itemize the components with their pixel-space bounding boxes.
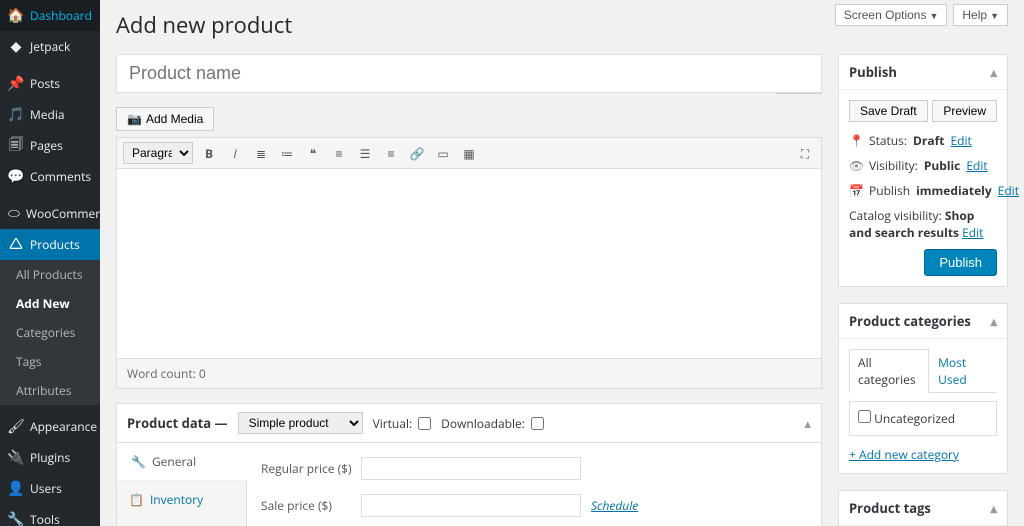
preview-button[interactable]: Preview	[932, 100, 997, 122]
menu-comments[interactable]: 💬Comments	[0, 161, 100, 192]
tab-general[interactable]: 🔧General	[117, 443, 247, 481]
publish-box: Publish▴ Save Draft Preview 📍Status: Dra…	[838, 54, 1008, 287]
calendar-icon: 📅	[849, 182, 863, 199]
add-category-link[interactable]: + Add new category	[849, 446, 997, 463]
edit-visibility-link[interactable]: Edit	[966, 157, 987, 174]
virtual-checkbox[interactable]	[418, 417, 431, 430]
quote-button[interactable]: ❝	[303, 143, 323, 163]
menu-dashboard[interactable]: 🏠Dashboard	[0, 0, 100, 31]
tags-box: Product tags▴ Add Separate tags with com…	[838, 490, 1008, 526]
wrench-icon: 🔧	[8, 512, 24, 526]
menu-pages[interactable]: 🗐Pages	[0, 130, 100, 161]
align-center-button[interactable]: ☰	[355, 143, 375, 163]
fullscreen-button[interactable]: ⛶	[795, 143, 815, 163]
woo-icon: ⬭	[8, 206, 20, 222]
media-icon: 🎵	[8, 107, 24, 123]
tab-shipping[interactable]: 🚚Shipping	[117, 519, 246, 526]
cat-tab-most-used[interactable]: Most Used	[929, 349, 997, 393]
eye-icon: 👁	[849, 157, 863, 174]
regular-price-input[interactable]	[361, 457, 581, 480]
panel-toggle[interactable]: ▴	[804, 414, 811, 432]
product-name-input[interactable]	[116, 54, 822, 93]
box-toggle[interactable]: ▴	[990, 312, 997, 330]
number-list-button[interactable]: ≔	[277, 143, 297, 163]
align-right-button[interactable]: ≡	[381, 143, 401, 163]
product-data-header: Product data — Simple product Virtual: D…	[116, 403, 822, 443]
chevron-down-icon: ▼	[929, 11, 938, 21]
edit-status-link[interactable]: Edit	[950, 132, 971, 149]
menu-users[interactable]: 👤Users	[0, 473, 100, 504]
products-submenu: All Products Add New Categories Tags Att…	[0, 260, 100, 405]
main-content: Screen Options▼ Help▼ Add new product 📷A…	[100, 0, 1024, 526]
tags-title: Product tags	[849, 499, 931, 517]
pin-icon: 📌	[8, 76, 24, 92]
general-panel: Regular price ($) Sale price ($) Schedule	[247, 443, 821, 526]
regular-price-label: Regular price ($)	[261, 460, 361, 477]
chevron-down-icon: ▼	[990, 11, 999, 21]
submenu-all-products[interactable]: All Products	[0, 260, 100, 289]
plug-icon: 🔌	[8, 450, 24, 466]
cat-tab-all[interactable]: All categories	[849, 349, 929, 393]
box-toggle[interactable]: ▴	[990, 499, 997, 517]
menu-posts[interactable]: 📌Posts	[0, 68, 100, 99]
editor-toolbar: Paragraph B I ≣ ≔ ❝ ≡ ☰ ≡ 🔗 ▭ ▦ ⛶	[116, 137, 822, 169]
menu-plugins[interactable]: 🔌Plugins	[0, 442, 100, 473]
edit-date-link[interactable]: Edit	[998, 182, 1019, 199]
comment-icon: 💬	[8, 169, 24, 185]
brush-icon: 🖌	[8, 419, 24, 435]
clipboard-icon: 📋	[129, 491, 144, 508]
box-toggle[interactable]: ▴	[990, 63, 997, 81]
categories-title: Product categories	[849, 312, 971, 330]
bullet-list-button[interactable]: ≣	[251, 143, 271, 163]
submenu-attributes[interactable]: Attributes	[0, 376, 100, 405]
content-editor[interactable]	[116, 169, 822, 359]
menu-appearance[interactable]: 🖌Appearance	[0, 411, 100, 442]
downloadable-checkbox[interactable]	[531, 417, 544, 430]
bold-button[interactable]: B	[199, 143, 219, 163]
menu-media[interactable]: 🎵Media	[0, 99, 100, 130]
link-button[interactable]: 🔗	[407, 143, 427, 163]
screen-options-button[interactable]: Screen Options▼	[835, 4, 948, 26]
menu-jetpack[interactable]: ◆Jetpack	[0, 31, 100, 62]
publish-button[interactable]: Publish	[924, 249, 997, 276]
uncategorized-checkbox[interactable]	[858, 410, 871, 423]
pin-icon: 📍	[849, 132, 863, 149]
save-draft-button[interactable]: Save Draft	[849, 100, 928, 122]
page-icon: 🗐	[8, 138, 24, 154]
schedule-link[interactable]: Schedule	[591, 497, 638, 514]
gauge-icon: 🏠	[8, 8, 24, 24]
admin-sidebar: 🏠Dashboard ◆Jetpack 📌Posts 🎵Media 🗐Pages…	[0, 0, 100, 526]
sale-price-label: Sale price ($)	[261, 497, 361, 514]
camera-icon: 📷	[127, 112, 142, 126]
toolbar-toggle-button[interactable]: ▦	[459, 143, 479, 163]
submenu-categories[interactable]: Categories	[0, 318, 100, 347]
product-icon: 🛆	[8, 237, 24, 253]
uncategorized-option[interactable]: Uncategorized	[858, 410, 955, 427]
user-icon: 👤	[8, 481, 24, 497]
word-count: Word count: 0	[116, 359, 822, 389]
jetpack-icon: ◆	[8, 39, 24, 55]
submenu-tags[interactable]: Tags	[0, 347, 100, 376]
categories-box: Product categories ▴ All categories Most …	[838, 303, 1008, 474]
edit-catalog-link[interactable]: Edit	[962, 224, 983, 241]
submenu-add-new[interactable]: Add New	[0, 289, 100, 318]
format-select[interactable]: Paragraph	[123, 142, 193, 164]
help-button[interactable]: Help▼	[953, 4, 1008, 26]
sale-price-input[interactable]	[361, 494, 581, 517]
product-data-tabs: 🔧General 📋Inventory 🚚Shipping 🔗Linked Pr…	[117, 443, 247, 526]
tab-inventory[interactable]: 📋Inventory	[117, 481, 246, 519]
add-media-button[interactable]: 📷Add Media	[116, 107, 214, 131]
menu-products[interactable]: 🛆Products	[0, 229, 100, 260]
align-left-button[interactable]: ≡	[329, 143, 349, 163]
publish-title: Publish	[849, 63, 897, 81]
more-button[interactable]: ▭	[433, 143, 453, 163]
wrench-icon: 🔧	[131, 453, 146, 470]
menu-woocommerce[interactable]: ⬭WooCommerce	[0, 198, 100, 229]
italic-button[interactable]: I	[225, 143, 245, 163]
menu-tools[interactable]: 🔧Tools	[0, 504, 100, 526]
product-type-select[interactable]: Simple product	[238, 412, 363, 434]
